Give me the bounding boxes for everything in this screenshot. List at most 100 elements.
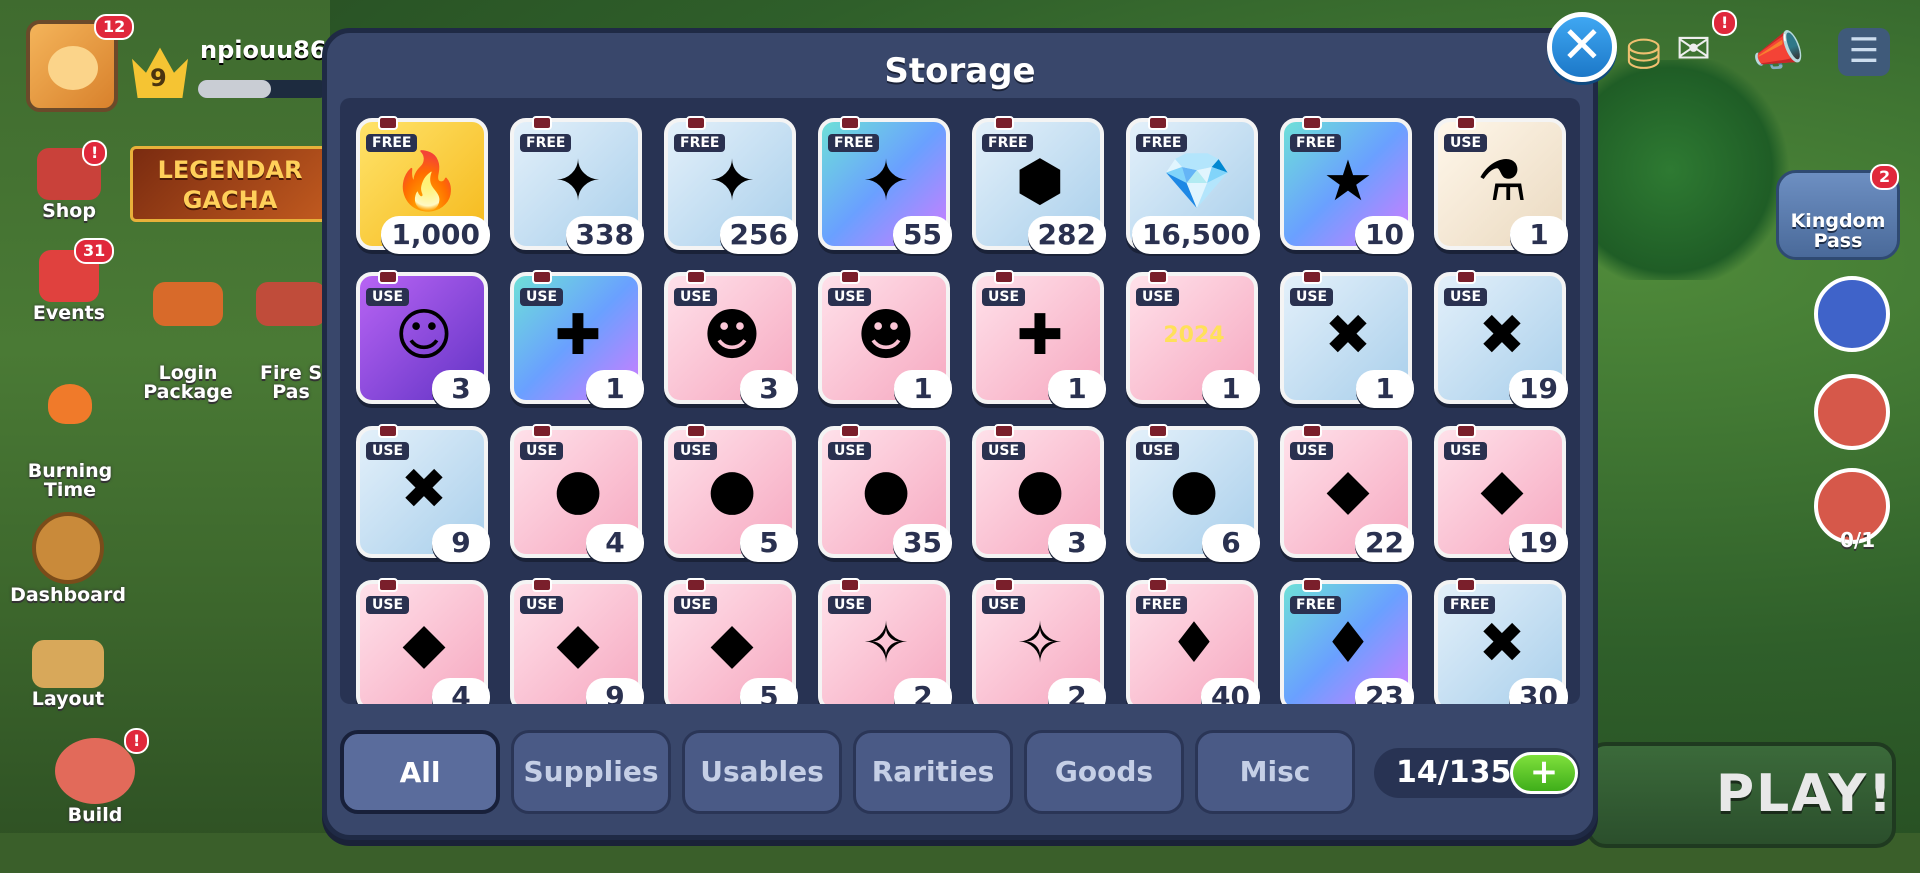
storage-item[interactable]: USE ✚ 1 xyxy=(510,270,644,408)
storage-item[interactable]: FREE ♦ 23 xyxy=(1280,578,1414,704)
storage-item[interactable]: USE ⚗ 1 xyxy=(1434,116,1568,254)
legendary-gacha-banner[interactable]: LEGENDAR GACHA xyxy=(130,146,330,222)
storage-item[interactable]: FREE ♦ 40 xyxy=(1126,578,1260,704)
storage-item[interactable]: USE ✖ 19 xyxy=(1434,270,1568,408)
banner-line2: GACHA xyxy=(182,186,278,214)
shop-badge: ! xyxy=(82,140,108,166)
dashboard-button[interactable]: Dashboard xyxy=(8,512,128,606)
player-level: 9 xyxy=(150,64,167,92)
white-gem-box-icon: ✧ xyxy=(1016,611,1064,676)
storage-item[interactable]: USE ● 5 xyxy=(664,424,798,562)
cookie-cutter-rainbow-icon: ✦ xyxy=(862,149,910,214)
storage-item[interactable]: USE ◆ 5 xyxy=(664,578,798,704)
trophy-icon[interactable]: ⛁ xyxy=(1626,30,1661,79)
tab-usables[interactable]: Usables xyxy=(682,730,842,814)
tab-goods[interactable]: Goods xyxy=(1024,730,1184,814)
kingdom-pass-label: Kingdom Pass xyxy=(1790,210,1886,252)
item-count: 1 xyxy=(1510,216,1568,254)
item-count: 30 xyxy=(1509,678,1568,704)
modal-title: Storage xyxy=(884,51,1036,91)
gold-gem-box-icon: ✧ xyxy=(862,611,910,676)
storage-item[interactable]: FREE 🔥 1,000 xyxy=(356,116,490,254)
storage-item[interactable]: USE ● 6 xyxy=(1126,424,1260,562)
storage-item[interactable]: FREE ⬢ 282 xyxy=(972,116,1106,254)
lock-icon xyxy=(378,116,398,130)
menu-icon[interactable]: ☰ xyxy=(1838,28,1890,76)
storage-item[interactable]: USE ◆ 19 xyxy=(1434,424,1568,562)
tab-misc[interactable]: Misc xyxy=(1195,730,1355,814)
storage-item[interactable]: FREE ✦ 338 xyxy=(510,116,644,254)
silver-chest-icon: ✖ xyxy=(1478,303,1526,368)
storage-item[interactable]: USE ☺ 3 xyxy=(356,270,490,408)
storage-item[interactable]: USE ☻ 1 xyxy=(818,270,952,408)
add-capacity-button[interactable]: + xyxy=(1510,752,1578,794)
lock-icon xyxy=(994,424,1014,438)
mail-badge: ! xyxy=(1712,10,1738,36)
storage-item[interactable]: USE ◆ 9 xyxy=(510,578,644,704)
storage-item[interactable]: USE ✧ 2 xyxy=(818,578,952,704)
tab-rarities[interactable]: Rarities xyxy=(853,730,1013,814)
lock-icon xyxy=(1148,116,1168,130)
layout-icon xyxy=(32,640,104,688)
storage-item[interactable]: FREE ✦ 55 xyxy=(818,116,952,254)
silver-shard-icon: ✖ xyxy=(1478,611,1526,676)
storage-item[interactable]: USE ◆ 22 xyxy=(1280,424,1414,562)
storage-item[interactable]: USE ◆ 4 xyxy=(356,578,490,704)
layout-button[interactable]: Layout xyxy=(22,640,114,710)
storage-item[interactable]: FREE ✖ 30 xyxy=(1434,578,1568,704)
lock-icon xyxy=(1456,578,1476,592)
crystal-icon: 💎 xyxy=(1162,149,1232,214)
storage-item[interactable]: FREE 💎 16,500 xyxy=(1126,116,1260,254)
storage-item[interactable]: USE ☻ 3 xyxy=(664,270,798,408)
storage-item[interactable]: USE ✚ 1 xyxy=(972,270,1106,408)
fire-pass-button[interactable]: Fire S Pas xyxy=(252,244,330,421)
xp-bar xyxy=(198,80,328,98)
item-count: 1,000 xyxy=(381,216,490,254)
lock-icon xyxy=(1302,116,1322,130)
close-button[interactable]: ✕ xyxy=(1547,12,1617,82)
storage-item[interactable]: USE ● 4 xyxy=(510,424,644,562)
storage-item[interactable]: USE ✖ 9 xyxy=(356,424,490,562)
lock-icon xyxy=(1302,424,1322,438)
lock-icon xyxy=(994,270,1014,284)
storage-item[interactable]: USE ● 35 xyxy=(818,424,952,562)
npc-quest-button[interactable] xyxy=(1814,374,1890,450)
kingdom-pass-badge: 2 xyxy=(1870,164,1900,190)
play-label: PLAY! xyxy=(1716,764,1894,824)
lock-icon xyxy=(532,270,552,284)
layout-label: Layout xyxy=(31,688,105,710)
mail-icon[interactable]: ✉ xyxy=(1676,24,1711,73)
build-label: Build xyxy=(67,804,123,826)
fire-pass-icon xyxy=(256,282,326,326)
storage-item[interactable]: FREE ✦ 256 xyxy=(664,116,798,254)
events-badge: 31 xyxy=(74,238,115,264)
storage-item[interactable]: USE 2024 1 xyxy=(1126,270,1260,408)
storage-item[interactable]: USE ✧ 2 xyxy=(972,578,1106,704)
item-count: 3 xyxy=(740,370,798,408)
sword-quest-button[interactable] xyxy=(1814,276,1890,352)
lock-icon xyxy=(1148,270,1168,284)
tab-all[interactable]: All xyxy=(340,730,500,814)
flame-icon xyxy=(48,384,92,424)
lock-icon xyxy=(532,424,552,438)
storage-item[interactable]: FREE ★ 10 xyxy=(1280,116,1414,254)
item-count: 2 xyxy=(1048,678,1106,704)
lock-icon xyxy=(378,424,398,438)
lock-icon xyxy=(378,578,398,592)
item-count: 19 xyxy=(1509,370,1568,408)
shop-label: Shop xyxy=(42,200,96,222)
build-badge: ! xyxy=(124,728,150,754)
megaphone-icon[interactable]: 📣 xyxy=(1752,26,1804,76)
tab-supplies[interactable]: Supplies xyxy=(511,730,671,814)
play-button[interactable]: PLAY! xyxy=(1586,742,1896,848)
lock-icon xyxy=(686,116,706,130)
cookie-chest-icon: ✚ xyxy=(554,303,602,368)
lock-icon xyxy=(840,270,860,284)
storage-item[interactable]: USE ✖ 1 xyxy=(1280,270,1414,408)
lock-icon xyxy=(1148,424,1168,438)
storage-item[interactable]: USE ● 3 xyxy=(972,424,1106,562)
burning-time-button[interactable]: Burning Time xyxy=(20,346,120,519)
item-count: 19 xyxy=(1509,524,1568,562)
login-package-button[interactable]: Login Package xyxy=(136,244,240,421)
item-count: 23 xyxy=(1355,678,1414,704)
